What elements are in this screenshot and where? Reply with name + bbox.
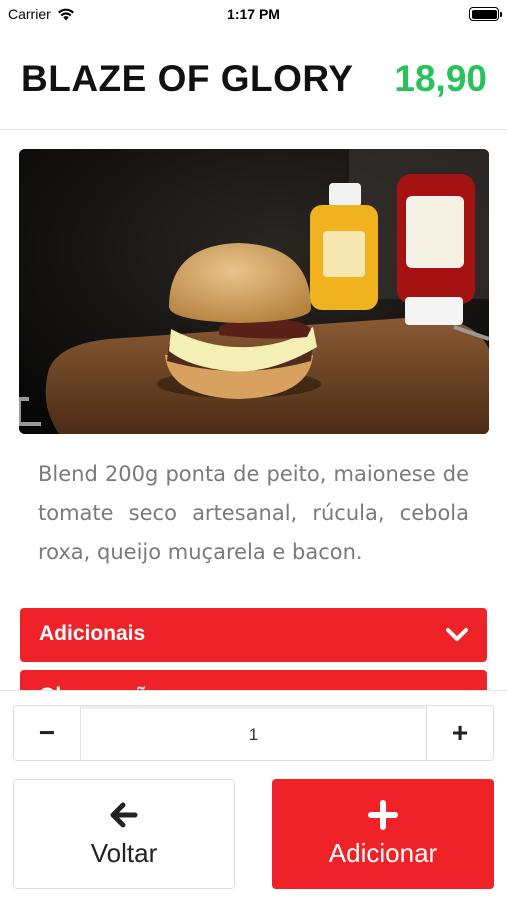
accordion-label: Adicionais: [39, 622, 146, 645]
add-button[interactable]: Adicionar: [272, 779, 494, 889]
product-title: BLAZE OF GLORY: [21, 58, 354, 99]
accordion-adicionais[interactable]: Adicionais: [20, 608, 487, 662]
bottom-action-panel: − 1 + Voltar Adicionar: [0, 690, 507, 900]
arrow-left-icon: [110, 802, 138, 827]
ketchup-bottle: [397, 174, 475, 325]
quantity-value[interactable]: 1: [81, 706, 426, 760]
plus-icon: [368, 799, 398, 830]
product-price: 18,90: [394, 58, 487, 99]
battery-level: [471, 9, 497, 19]
quantity-stepper: − 1 +: [13, 705, 494, 761]
back-button-label: Voltar: [90, 837, 158, 868]
decrease-quantity-button[interactable]: −: [14, 706, 81, 760]
product-header: BLAZE OF GLORY 18,90: [0, 28, 507, 130]
burger-illustration: [19, 149, 489, 434]
battery-icon: [469, 7, 502, 21]
add-button-label: Adicionar: [328, 837, 438, 868]
increase-quantity-button[interactable]: +: [426, 706, 493, 760]
chevron-down-icon: [446, 628, 468, 641]
product-photo: [19, 149, 489, 434]
product-description: Blend 200g ponta de peito, maionese de t…: [38, 462, 469, 564]
status-bar: Carrier 1:17 PM: [0, 0, 507, 28]
back-button[interactable]: Voltar: [13, 779, 235, 889]
status-time: 1:17 PM: [227, 6, 280, 22]
